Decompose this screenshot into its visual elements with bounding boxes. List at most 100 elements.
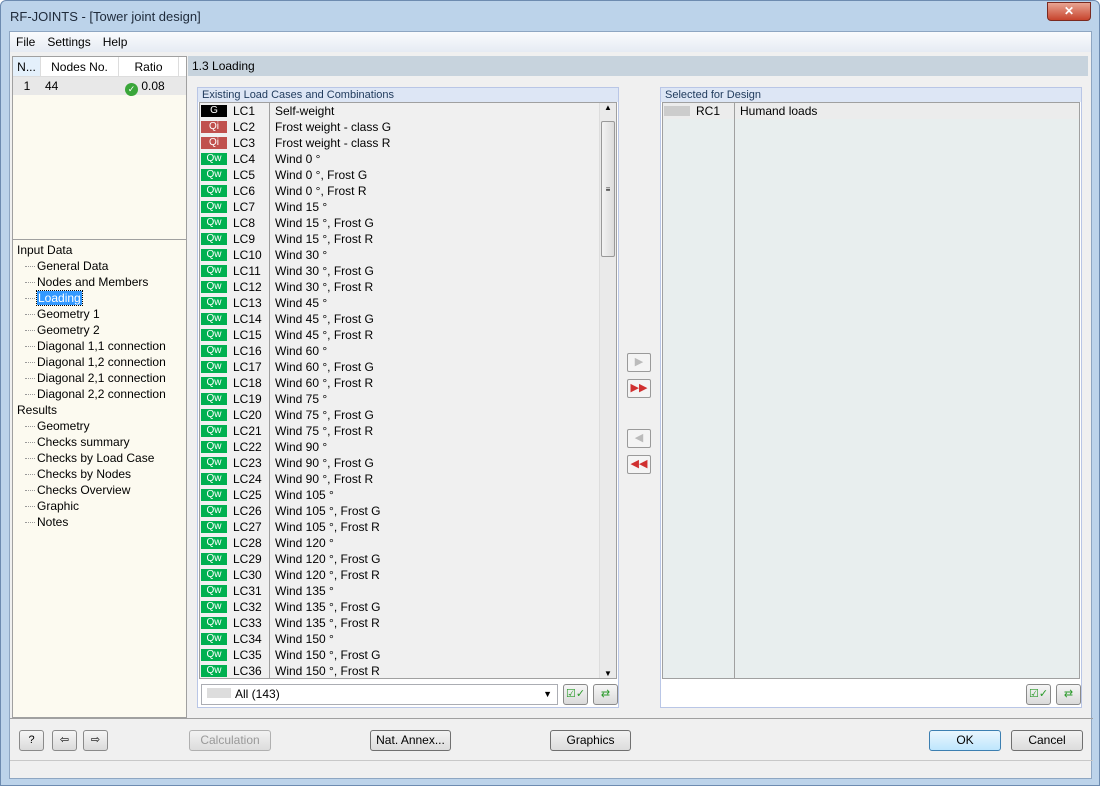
load-case-desc: Wind 90 °, Frost R: [275, 472, 374, 486]
tree-item[interactable]: Loading: [17, 290, 182, 306]
filter-dropdown[interactable]: All (143) ▼: [201, 684, 558, 705]
col-header-no[interactable]: N...: [13, 57, 41, 76]
list-item[interactable]: Qw LC26 Wind 105 °, Frost G: [200, 503, 616, 519]
ok-check-icon: ✓: [125, 83, 138, 96]
add-selected-button[interactable]: ▶: [627, 353, 651, 372]
load-case-id: LC33: [229, 615, 270, 631]
ok-button[interactable]: OK: [929, 730, 1001, 751]
check-all-icon: ☑✓: [565, 688, 586, 700]
graphics-button[interactable]: Graphics: [550, 730, 631, 751]
load-case-id: LC23: [229, 455, 270, 471]
load-case-id: LC19: [229, 391, 270, 407]
list-item[interactable]: Qw LC29 Wind 120 °, Frost G: [200, 551, 616, 567]
list-item[interactable]: Qw LC15 Wind 45 °, Frost R: [200, 327, 616, 343]
list-item[interactable]: G LC1 Self-weight: [200, 103, 616, 119]
list-item[interactable]: Qw LC6 Wind 0 °, Frost R: [200, 183, 616, 199]
list-item[interactable]: Qw LC18 Wind 60 °, Frost R: [200, 375, 616, 391]
load-case-desc: Wind 0 °, Frost R: [275, 184, 367, 198]
tree-item[interactable]: General Data: [17, 258, 182, 274]
invert-selection-button[interactable]: ⇄: [1056, 684, 1081, 705]
list-item[interactable]: Qi LC2 Frost weight - class G: [200, 119, 616, 135]
tree-item[interactable]: Nodes and Members: [17, 274, 182, 290]
list-item[interactable]: Qi LC3 Frost weight - class R: [200, 135, 616, 151]
list-item[interactable]: Qw LC33 Wind 135 °, Frost R: [200, 615, 616, 631]
scrollbar[interactable]: ▲ ≡ ▼: [599, 103, 616, 678]
tree-group-input-data[interactable]: Input Data: [17, 242, 182, 258]
list-item[interactable]: Qw LC22 Wind 90 °: [200, 439, 616, 455]
col-header-nodes[interactable]: Nodes No.: [41, 57, 119, 76]
list-item[interactable]: Qw LC27 Wind 105 °, Frost R: [200, 519, 616, 535]
list-item[interactable]: Qw LC10 Wind 30 °: [200, 247, 616, 263]
tree-item[interactable]: Checks by Nodes: [17, 466, 182, 482]
tree-item[interactable]: Diagonal 2,1 connection: [17, 370, 182, 386]
list-item[interactable]: Qw LC14 Wind 45 °, Frost G: [200, 311, 616, 327]
tree-item[interactable]: Diagonal 2,2 connection: [17, 386, 182, 402]
tree-item[interactable]: Checks summary: [17, 434, 182, 450]
tree-item[interactable]: Diagonal 1,1 connection: [17, 338, 182, 354]
add-all-button[interactable]: ▶▶: [627, 379, 651, 398]
list-item[interactable]: Qw LC23 Wind 90 °, Frost G: [200, 455, 616, 471]
invert-selection-button[interactable]: ⇄: [593, 684, 618, 705]
list-item[interactable]: Qw LC17 Wind 60 °, Frost G: [200, 359, 616, 375]
remove-selected-button[interactable]: ◀: [627, 429, 651, 448]
menu-file[interactable]: File: [10, 32, 41, 49]
list-item[interactable]: Qw LC32 Wind 135 °, Frost G: [200, 599, 616, 615]
tree-item[interactable]: Geometry 1: [17, 306, 182, 322]
list-item[interactable]: Qw LC7 Wind 15 °: [200, 199, 616, 215]
list-item[interactable]: Qw LC24 Wind 90 °, Frost R: [200, 471, 616, 487]
list-item[interactable]: Qw LC28 Wind 120 °: [200, 535, 616, 551]
select-all-button[interactable]: ☑✓: [563, 684, 588, 705]
help-button[interactable]: ?: [19, 730, 44, 751]
list-item[interactable]: Qw LC9 Wind 15 °, Frost R: [200, 231, 616, 247]
export-button[interactable]: ⇨: [83, 730, 108, 751]
tree-label: Checks by Nodes: [37, 467, 132, 481]
tree-item[interactable]: Geometry 2: [17, 322, 182, 338]
list-item[interactable]: Qw LC34 Wind 150 °: [200, 631, 616, 647]
load-case-desc: Wind 60 °: [275, 344, 328, 358]
list-item[interactable]: Qw LC35 Wind 150 °, Frost G: [200, 647, 616, 663]
tree-group-results[interactable]: Results: [17, 402, 182, 418]
list-item[interactable]: Qw LC8 Wind 15 °, Frost G: [200, 215, 616, 231]
tree-label: Nodes and Members: [37, 275, 149, 289]
list-item[interactable]: Qw LC13 Wind 45 °: [200, 295, 616, 311]
scroll-thumb[interactable]: ≡: [601, 121, 615, 257]
existing-list: G LC1 Self-weight Qi LC2 Frost weight - class…: [199, 102, 617, 679]
list-item[interactable]: Qw LC31 Wind 135 °: [200, 583, 616, 599]
load-case-id: LC22: [229, 439, 270, 455]
tree-item[interactable]: Geometry: [17, 418, 182, 434]
tree-item[interactable]: Notes: [17, 514, 182, 530]
list-item[interactable]: RC1 Humand loads: [663, 103, 1079, 119]
close-button[interactable]: ✕: [1047, 2, 1091, 21]
col-header-ratio[interactable]: Ratio: [119, 57, 179, 76]
calculation-button[interactable]: Calculation: [189, 730, 271, 751]
load-type-badge: Qw: [201, 361, 227, 373]
load-type-badge: Qw: [201, 185, 227, 197]
nat-annex-button[interactable]: Nat. Annex...: [370, 730, 451, 751]
list-item[interactable]: Qw LC25 Wind 105 °: [200, 487, 616, 503]
list-item[interactable]: Qw LC12 Wind 30 °, Frost R: [200, 279, 616, 295]
table-row[interactable]: 1 44 ✓ 0.08: [13, 77, 186, 96]
list-item[interactable]: Qw LC20 Wind 75 °, Frost G: [200, 407, 616, 423]
list-item[interactable]: Qw LC30 Wind 120 °, Frost R: [200, 567, 616, 583]
list-item[interactable]: Qw LC21 Wind 75 °, Frost R: [200, 423, 616, 439]
tree-item[interactable]: Graphic: [17, 498, 182, 514]
menu-settings[interactable]: Settings: [41, 32, 96, 49]
cancel-button[interactable]: Cancel: [1011, 730, 1083, 751]
tree-item[interactable]: Diagonal 1,2 connection: [17, 354, 182, 370]
list-item[interactable]: Qw LC11 Wind 30 °, Frost G: [200, 263, 616, 279]
load-case-desc: Wind 105 °, Frost G: [275, 504, 381, 518]
tree-item[interactable]: Checks Overview: [17, 482, 182, 498]
import-button[interactable]: ⇦: [52, 730, 77, 751]
rc-desc: Humand loads: [740, 104, 818, 118]
list-item[interactable]: Qw LC36 Wind 150 °, Frost R: [200, 663, 616, 678]
tree-item[interactable]: Checks by Load Case: [17, 450, 182, 466]
main-panel: 1.3 Loading Existing Load Cases and Comb…: [188, 56, 1088, 718]
load-type-badge: Qw: [201, 377, 227, 389]
list-item[interactable]: Qw LC16 Wind 60 °: [200, 343, 616, 359]
list-item[interactable]: Qw LC5 Wind 0 °, Frost G: [200, 167, 616, 183]
select-all-button[interactable]: ☑✓: [1026, 684, 1051, 705]
remove-all-button[interactable]: ◀◀: [627, 455, 651, 474]
list-item[interactable]: Qw LC19 Wind 75 °: [200, 391, 616, 407]
list-item[interactable]: Qw LC4 Wind 0 °: [200, 151, 616, 167]
menu-help[interactable]: Help: [97, 32, 134, 49]
